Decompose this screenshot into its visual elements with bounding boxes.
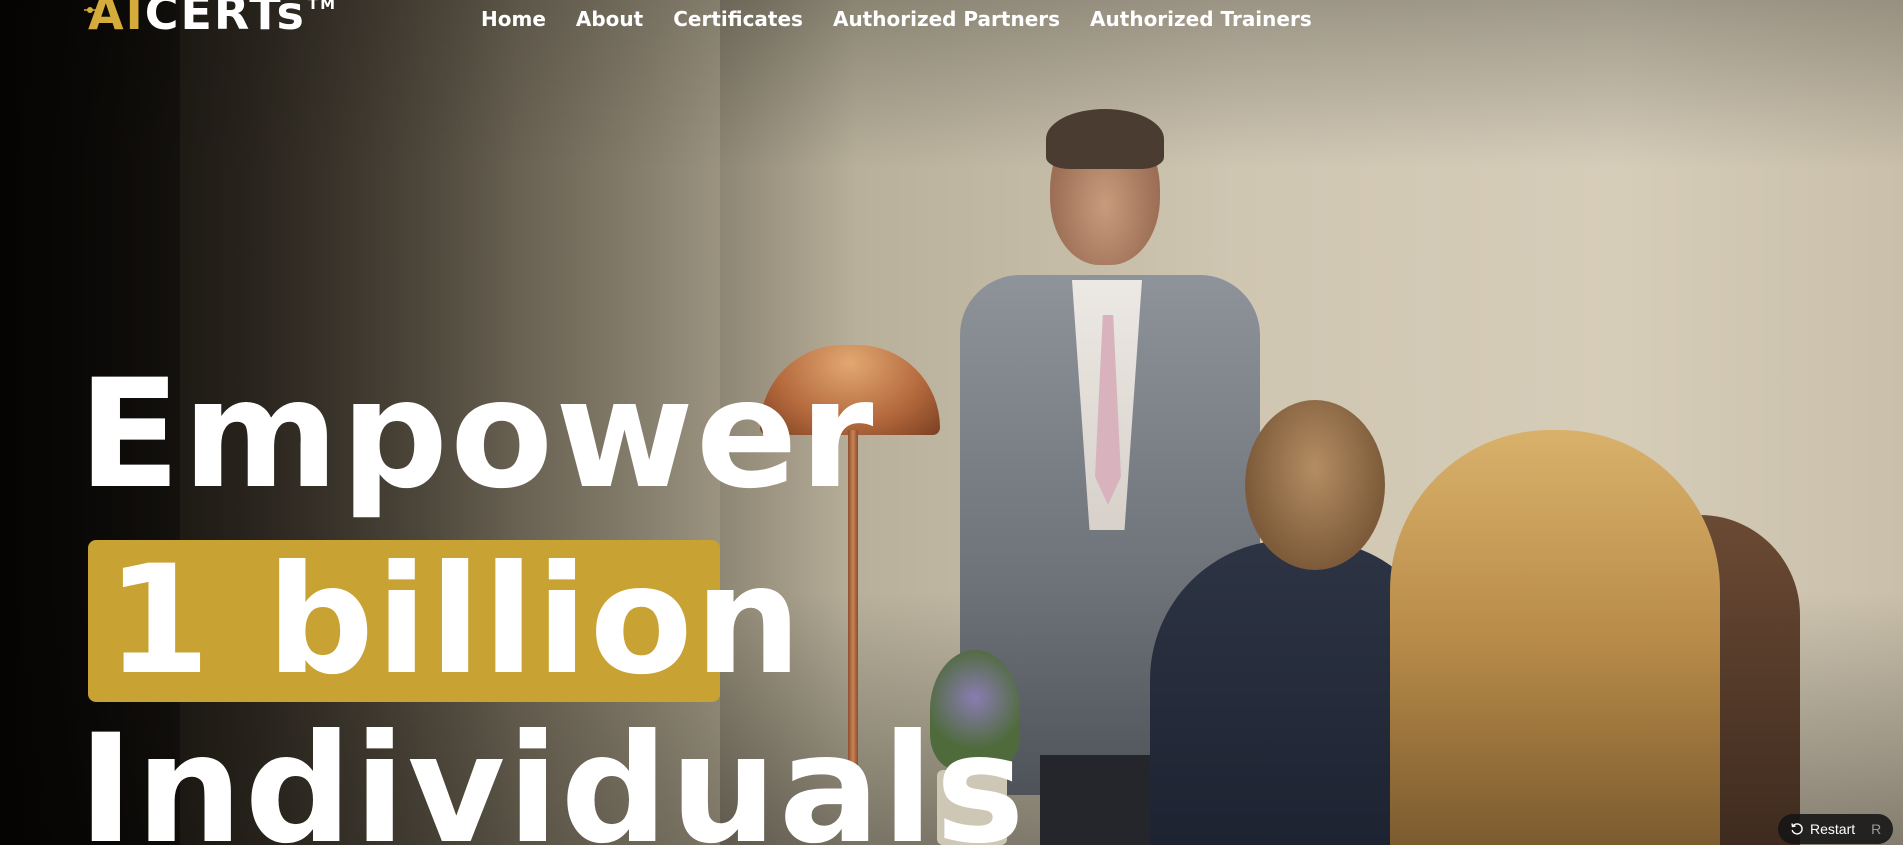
background-audience-head (1245, 400, 1385, 570)
nav-item-certificates[interactable]: Certificates (673, 6, 803, 32)
logo-node-icon (84, 7, 96, 13)
nav-item-home[interactable]: Home (481, 6, 546, 32)
headline-line-individuals: Individuals (78, 703, 1027, 845)
restart-button[interactable]: Restart R (1778, 814, 1894, 844)
nav-item-authorized-trainers[interactable]: Authorized Trainers (1090, 6, 1312, 32)
headline-line-1-billion: 1 billion (106, 534, 804, 708)
headline-line-empower: Empower (78, 348, 876, 522)
nav-item-authorized-partners[interactable]: Authorized Partners (833, 6, 1060, 32)
restart-icon (1791, 823, 1803, 835)
site-header: AI CERTs TM Home About Certificates Auth… (0, 0, 1903, 40)
background-audience-member (1390, 430, 1720, 845)
restart-label: Restart (1810, 821, 1856, 837)
logo-text-certs: CERTs (144, 0, 306, 40)
hero-section: AI CERTs TM Home About Certificates Auth… (0, 0, 1903, 845)
logo-trademark: TM (307, 0, 338, 13)
site-logo[interactable]: AI CERTs TM (84, 0, 338, 40)
logo-text-ai: AI (88, 0, 145, 40)
restart-shortcut-key: R (1871, 821, 1882, 837)
main-nav: Home About Certificates Authorized Partn… (481, 6, 1312, 32)
nav-item-about[interactable]: About (576, 6, 643, 32)
